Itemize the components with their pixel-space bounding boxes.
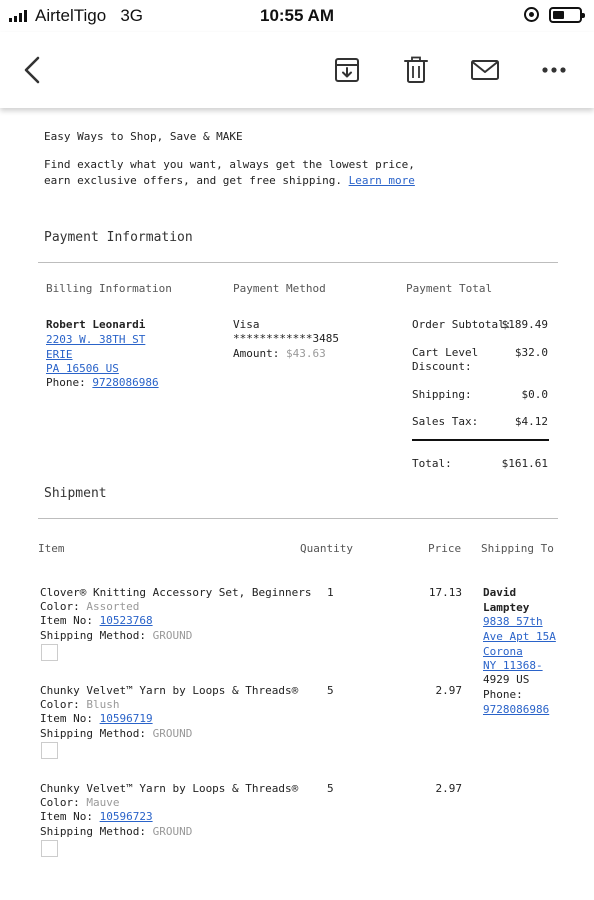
item-name: Clover® Knitting Accessory Set, Beginner…: [40, 586, 312, 599]
more-button[interactable]: [534, 50, 574, 90]
item-color: Color: Blush: [40, 698, 120, 711]
billing-phone: Phone: 9728086986: [46, 376, 159, 389]
item-number: Item No: 10596719: [40, 712, 153, 725]
payment-method-heading: Payment Method: [233, 282, 326, 295]
col-shipping-to: Shipping To: [481, 542, 554, 555]
item-number-link[interactable]: 10596719: [100, 712, 153, 725]
card-type: Visa: [233, 318, 260, 331]
item-shipping-method: Shipping Method: GROUND: [40, 629, 193, 642]
promo-heading: Easy Ways to Shop, Save & MAKE: [44, 130, 243, 143]
payment-amount: Amount: $43.63: [233, 347, 326, 360]
trash-icon: [404, 56, 428, 83]
promo-line-2: earn exclusive offers, and get free ship…: [44, 174, 415, 187]
email-toolbar: [0, 32, 594, 108]
ship-to-street-link-2[interactable]: Ave Apt 15A: [483, 630, 556, 643]
billing-city-link[interactable]: ERIE: [46, 348, 73, 361]
status-bar: AirtelTigo 3G 10:55 AM: [0, 0, 594, 32]
tax-label: Sales Tax:: [412, 415, 479, 428]
subtotal-label: Order Subtotal:: [412, 318, 512, 331]
back-button[interactable]: [12, 50, 52, 90]
item-quantity: 1: [327, 586, 334, 599]
delete-button[interactable]: [396, 50, 436, 90]
mail-button[interactable]: [465, 50, 505, 90]
col-price: Price: [428, 542, 462, 555]
discount-label-2: Discount:: [412, 360, 472, 373]
ship-to-first-name: David: [483, 586, 517, 599]
item-color: Color: Assorted: [40, 600, 140, 613]
envelope-icon: [471, 60, 499, 80]
item-price: 2.97: [435, 684, 463, 697]
payment-total-heading: Payment Total: [406, 282, 493, 295]
col-item: Item: [38, 542, 65, 555]
billing-street-link[interactable]: 2203 W. 38TH ST: [46, 333, 145, 346]
promo-line-1: Find exactly what you want, always get t…: [44, 158, 415, 171]
billing-phone-link[interactable]: 9728086986: [92, 376, 158, 389]
col-quantity: Quantity: [300, 542, 353, 555]
payment-divider: [38, 262, 558, 263]
card-number: ************3485: [233, 332, 339, 345]
item-price: 17.13: [428, 586, 462, 599]
orientation-lock-icon: [524, 7, 539, 22]
item-number-link[interactable]: 10596723: [100, 810, 153, 823]
billing-info-heading: Billing Information: [46, 282, 172, 295]
ship-to-city-link[interactable]: Corona: [483, 645, 523, 658]
ship-to-zip-ext: 4929 US: [483, 673, 530, 686]
shipping-label: Shipping:: [412, 388, 472, 401]
battery-icon: [549, 7, 585, 23]
total-rule: [412, 439, 549, 441]
total-value: $161.61: [501, 457, 548, 470]
chevron-left-icon: [24, 56, 40, 84]
discount-value: $32.0: [514, 346, 548, 359]
shipment-section-title: Shipment: [44, 486, 107, 501]
shipping-value: $0.0: [521, 388, 549, 401]
item-number-link[interactable]: 10523768: [100, 614, 153, 627]
item-name: Chunky Velvet™ Yarn by Loops & Threads®: [40, 782, 299, 795]
tax-value: $4.12: [514, 415, 548, 428]
archive-button[interactable]: [327, 50, 367, 90]
item-number: Item No: 10596723: [40, 810, 153, 823]
ship-to-last-name: Lamptey: [483, 601, 530, 614]
total-label: Total:: [412, 457, 452, 470]
discount-label-1: Cart Level: [412, 346, 479, 359]
ship-to-street-link[interactable]: 9838 57th: [483, 615, 543, 628]
item-image-placeholder: [41, 840, 58, 857]
item-number: Item No: 10523768: [40, 614, 153, 627]
item-shipping-method: Shipping Method: GROUND: [40, 825, 193, 838]
ship-to-state-link[interactable]: NY 11368-: [483, 659, 543, 672]
item-name: Chunky Velvet™ Yarn by Loops & Threads®: [40, 684, 299, 697]
item-price: 2.97: [435, 782, 463, 795]
subtotal-value: $189.49: [501, 318, 548, 331]
item-image-placeholder: [41, 644, 58, 661]
item-quantity: 5: [327, 782, 334, 795]
shipment-divider: [38, 518, 558, 519]
status-time: 10:55 AM: [259, 6, 334, 25]
item-image-placeholder: [41, 742, 58, 759]
ship-to-phone-label: Phone:: [483, 688, 523, 701]
more-horizontal-icon: [542, 67, 566, 73]
payment-section-title: Payment Information: [44, 230, 193, 245]
ship-to-phone-link[interactable]: 9728086986: [483, 703, 549, 716]
item-color: Color: Mauve: [40, 796, 120, 809]
billing-name: Robert Leonardi: [46, 318, 146, 331]
item-quantity: 5: [327, 684, 334, 697]
learn-more-link[interactable]: Learn more: [349, 174, 415, 187]
item-shipping-method: Shipping Method: GROUND: [40, 727, 193, 740]
billing-state-link[interactable]: PA 16506 US: [46, 362, 119, 375]
archive-icon: [335, 58, 359, 82]
